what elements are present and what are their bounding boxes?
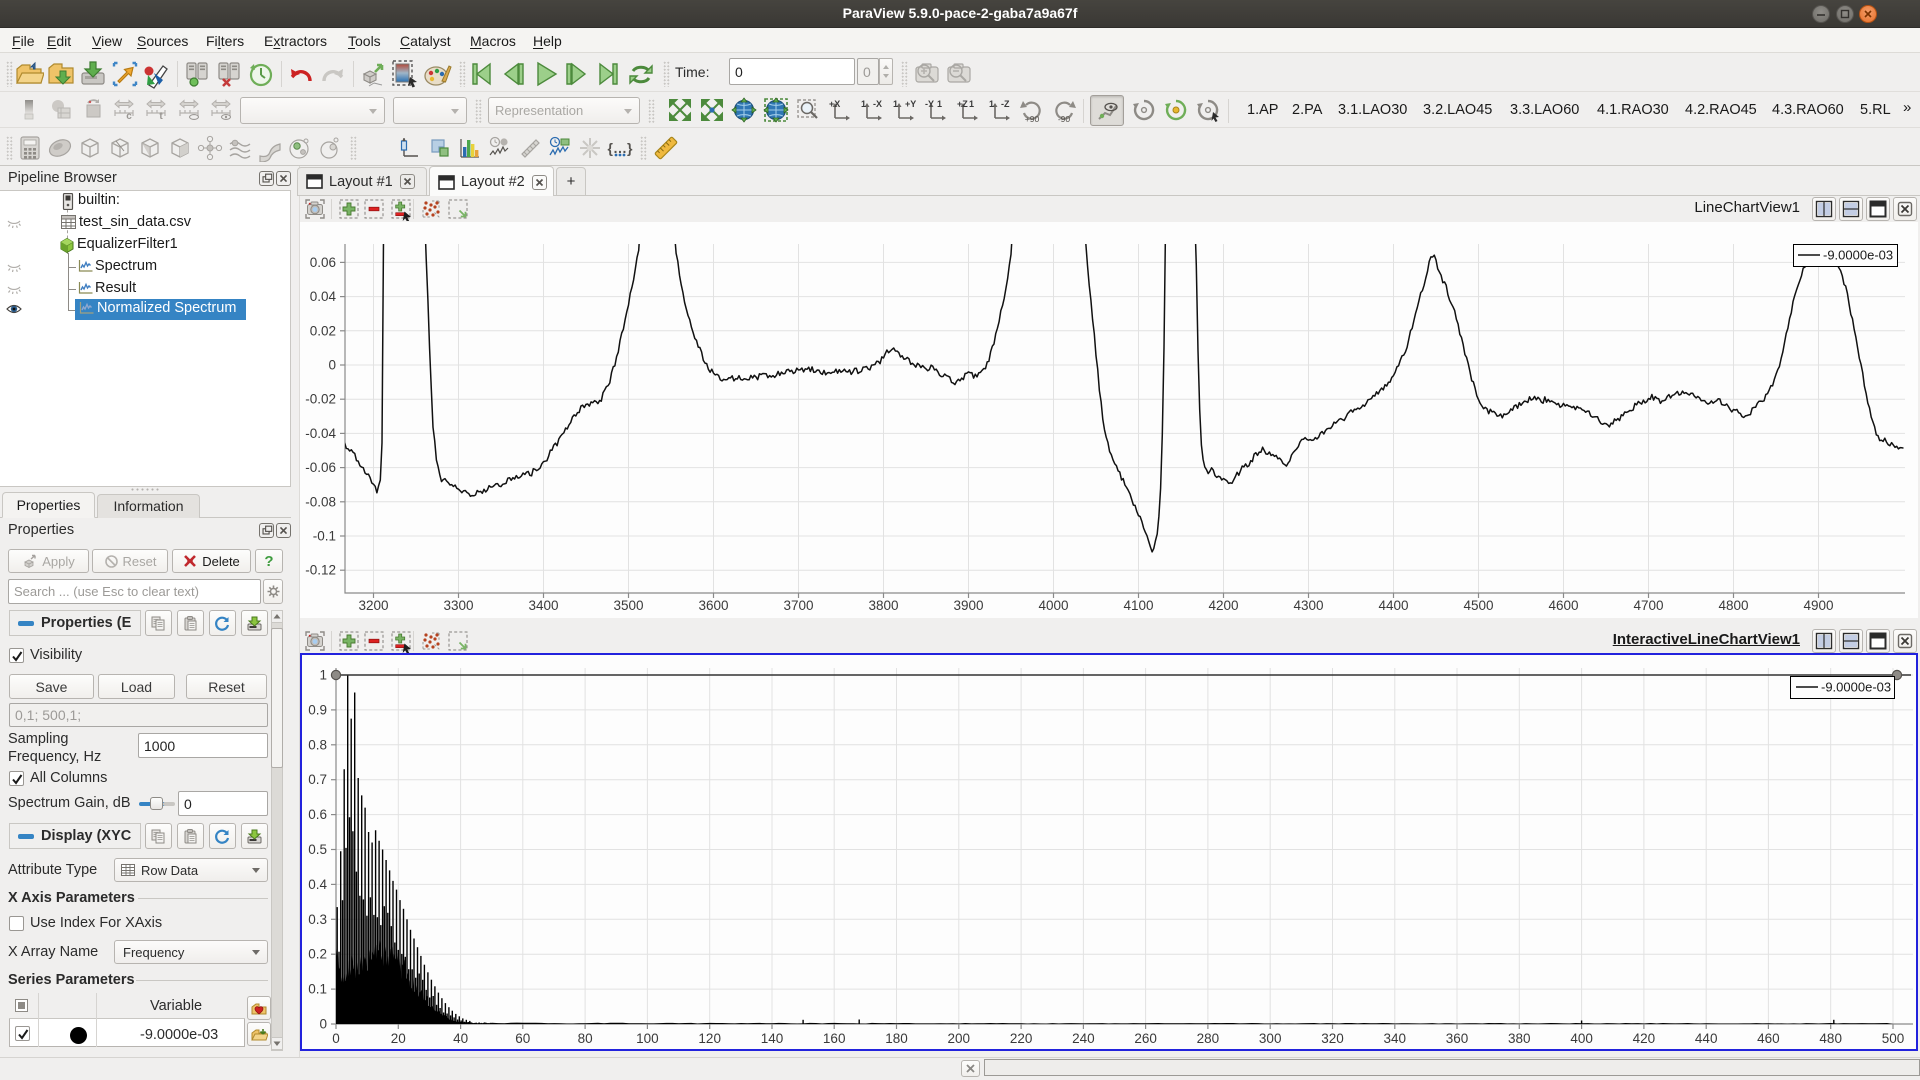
svg-text:120: 120 bbox=[698, 1031, 721, 1046]
svg-text:0.04: 0.04 bbox=[310, 289, 337, 304]
svg-text:0: 0 bbox=[328, 358, 336, 373]
svg-text:1: 1 bbox=[319, 668, 327, 683]
svg-text:420: 420 bbox=[1633, 1031, 1656, 1046]
svg-text:0.8: 0.8 bbox=[308, 737, 327, 752]
svg-text:0.9: 0.9 bbox=[308, 702, 327, 717]
svg-text:-0.04: -0.04 bbox=[305, 426, 336, 441]
svg-text:4400: 4400 bbox=[1378, 598, 1408, 613]
svg-text:0.02: 0.02 bbox=[310, 323, 336, 338]
svg-text:100: 100 bbox=[636, 1031, 659, 1046]
svg-text:-Y: -Y bbox=[925, 99, 934, 109]
svg-text:-Z: -Z bbox=[1001, 99, 1010, 109]
svg-text:1: 1 bbox=[893, 99, 898, 109]
svg-text:80: 80 bbox=[578, 1031, 593, 1046]
svg-text:0.2: 0.2 bbox=[308, 947, 327, 962]
svg-text:-90: -90 bbox=[1058, 114, 1071, 123]
svg-text:360: 360 bbox=[1446, 1031, 1469, 1046]
svg-text:4100: 4100 bbox=[1123, 598, 1153, 613]
svg-text:4500: 4500 bbox=[1463, 598, 1493, 613]
svg-text:220: 220 bbox=[1010, 1031, 1033, 1046]
svg-text:4700: 4700 bbox=[1633, 598, 1663, 613]
svg-text:0: 0 bbox=[332, 1031, 340, 1046]
svg-text:-9.0000e-03: -9.0000e-03 bbox=[1823, 248, 1893, 263]
svg-text:480: 480 bbox=[1819, 1031, 1842, 1046]
svg-text:4600: 4600 bbox=[1548, 598, 1578, 613]
svg-text:3200: 3200 bbox=[358, 598, 388, 613]
svg-text:0: 0 bbox=[319, 1017, 327, 1032]
svg-text:-0.12: -0.12 bbox=[305, 563, 336, 578]
svg-text:+Y: +Y bbox=[905, 99, 916, 109]
svg-text:{…}: {…} bbox=[608, 140, 633, 156]
svg-text:4000: 4000 bbox=[1038, 598, 1068, 613]
svg-text:4800: 4800 bbox=[1718, 598, 1748, 613]
svg-text:3800: 3800 bbox=[868, 598, 898, 613]
svg-text:160: 160 bbox=[823, 1031, 846, 1046]
svg-text:320: 320 bbox=[1321, 1031, 1344, 1046]
svg-text:400: 400 bbox=[1570, 1031, 1593, 1046]
svg-text:0.5: 0.5 bbox=[308, 842, 327, 857]
svg-text:+Z: +Z bbox=[957, 99, 968, 109]
svg-text:20: 20 bbox=[391, 1031, 406, 1046]
svg-text:3700: 3700 bbox=[783, 598, 813, 613]
svg-text:440: 440 bbox=[1695, 1031, 1718, 1046]
svg-text:1: 1 bbox=[937, 99, 942, 109]
svg-text:200: 200 bbox=[948, 1031, 971, 1046]
svg-text:280: 280 bbox=[1197, 1031, 1220, 1046]
svg-text:+90: +90 bbox=[1025, 114, 1040, 123]
svg-text:460: 460 bbox=[1757, 1031, 1780, 1046]
svg-text:0.4: 0.4 bbox=[308, 877, 327, 892]
svg-text:c: c bbox=[126, 111, 132, 122]
svg-text:0.1: 0.1 bbox=[308, 982, 327, 997]
svg-text:-0.1: -0.1 bbox=[313, 529, 336, 544]
svg-text:-X: -X bbox=[873, 99, 882, 109]
svg-text:180: 180 bbox=[885, 1031, 908, 1046]
svg-text:-9.0000e-03: -9.0000e-03 bbox=[1821, 680, 1891, 695]
svg-text:380: 380 bbox=[1508, 1031, 1531, 1046]
svg-text:500: 500 bbox=[1882, 1031, 1905, 1046]
svg-text:4200: 4200 bbox=[1208, 598, 1238, 613]
svg-text:1: 1 bbox=[989, 99, 994, 109]
svg-text:3300: 3300 bbox=[443, 598, 473, 613]
svg-text:3500: 3500 bbox=[613, 598, 643, 613]
svg-text:3400: 3400 bbox=[528, 598, 558, 613]
svg-text:40: 40 bbox=[453, 1031, 468, 1046]
svg-text:240: 240 bbox=[1072, 1031, 1095, 1046]
svg-text:260: 260 bbox=[1134, 1031, 1157, 1046]
svg-text:3900: 3900 bbox=[953, 598, 983, 613]
svg-text:0.06: 0.06 bbox=[310, 255, 336, 270]
svg-text:300: 300 bbox=[1259, 1031, 1282, 1046]
svg-text:1: 1 bbox=[861, 99, 866, 109]
svg-text:-0.06: -0.06 bbox=[305, 460, 336, 475]
svg-text:140: 140 bbox=[761, 1031, 784, 1046]
svg-text:60: 60 bbox=[515, 1031, 530, 1046]
svg-text:3600: 3600 bbox=[698, 598, 728, 613]
svg-text:0.3: 0.3 bbox=[308, 912, 327, 927]
svg-text:340: 340 bbox=[1384, 1031, 1407, 1046]
svg-text:-0.08: -0.08 bbox=[305, 494, 336, 509]
svg-text:0.6: 0.6 bbox=[308, 807, 327, 822]
svg-text:-0.02: -0.02 bbox=[305, 392, 336, 407]
svg-text:4300: 4300 bbox=[1293, 598, 1323, 613]
svg-text:0.7: 0.7 bbox=[308, 772, 327, 787]
svg-text:4900: 4900 bbox=[1803, 598, 1833, 613]
svg-text:+X: +X bbox=[829, 99, 840, 109]
svg-text:1: 1 bbox=[969, 99, 974, 109]
